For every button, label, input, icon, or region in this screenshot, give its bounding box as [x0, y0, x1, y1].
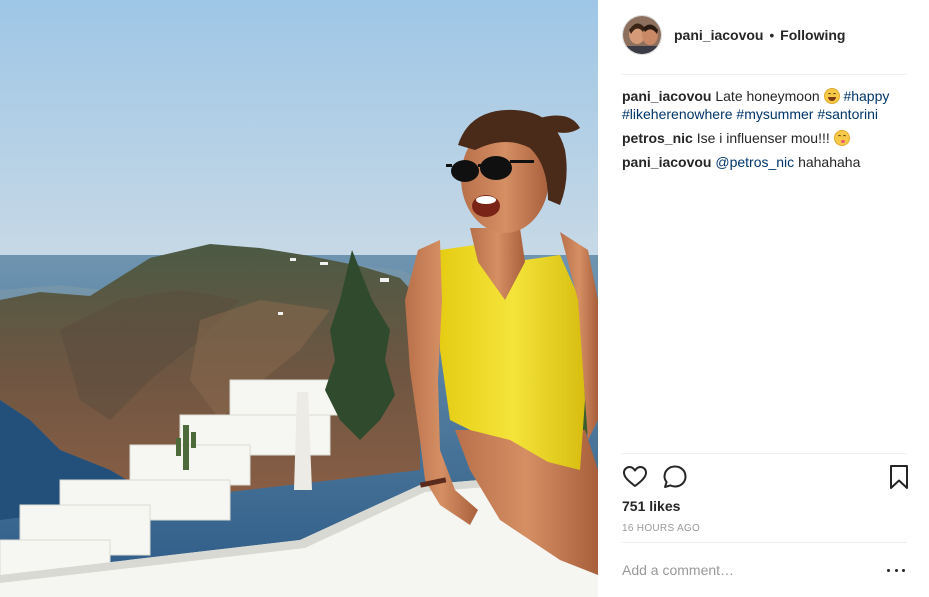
comment-item: pani_iacovou Late honeymoon #happy #like…: [622, 87, 907, 123]
comment-username[interactable]: pani_iacovou: [622, 88, 711, 104]
dot: [894, 568, 898, 572]
header-divider: [622, 74, 907, 75]
author-line: pani_iacovou • Following: [674, 27, 845, 43]
heart-icon[interactable]: [622, 464, 648, 490]
author-username[interactable]: pani_iacovou: [674, 27, 763, 43]
post-image: [0, 0, 598, 597]
comment-text: Ise i influenser mou!!!: [696, 130, 830, 146]
add-comment-bar: [622, 558, 907, 582]
avatar[interactable]: [622, 15, 662, 55]
add-comment-input[interactable]: [622, 562, 872, 578]
hashtag-link[interactable]: #santorini: [817, 106, 878, 122]
likes-count[interactable]: 751 likes: [622, 498, 680, 514]
action-bar: [622, 464, 912, 490]
hashtag-link[interactable]: #likeherenowhere: [622, 106, 733, 122]
comment-username[interactable]: petros_nic: [622, 130, 693, 146]
dot: [902, 568, 905, 572]
post-sidebar: pani_iacovou • Following pani_iacovou La…: [598, 0, 929, 597]
actions-divider: [622, 453, 907, 454]
laughing-emoji-icon: [823, 88, 840, 104]
comment-text: hahahaha: [798, 154, 861, 170]
following-button[interactable]: Following: [780, 27, 845, 43]
comment-username[interactable]: pani_iacovou: [622, 154, 711, 170]
instagram-post: pani_iacovou • Following pani_iacovou La…: [0, 0, 929, 597]
more-options-icon[interactable]: [887, 562, 905, 578]
wink-kiss-emoji-icon: [833, 130, 850, 146]
bookmark-icon[interactable]: [886, 464, 912, 490]
avatar-image: [623, 16, 661, 54]
comment-item: pani_iacovou @petros_nic hahahaha: [622, 153, 907, 171]
post-photo[interactable]: [0, 0, 598, 597]
separator-dot: •: [769, 27, 775, 43]
comment-divider: [622, 542, 907, 543]
mention-link[interactable]: @petros_nic: [715, 154, 794, 170]
comment-bubble-icon[interactable]: [662, 464, 688, 490]
comments-list: pani_iacovou Late honeymoon #happy #like…: [622, 87, 907, 177]
post-header: pani_iacovou • Following: [622, 14, 912, 56]
comment-item: petros_nic Ise i influenser mou!!!: [622, 129, 907, 147]
hashtag-link[interactable]: #happy: [843, 88, 889, 104]
comment-text: Late honeymoon: [715, 88, 820, 104]
hashtag-link[interactable]: #mysummer: [736, 106, 813, 122]
dot: [887, 568, 890, 572]
post-timestamp[interactable]: 16 HOURS AGO: [622, 523, 700, 534]
